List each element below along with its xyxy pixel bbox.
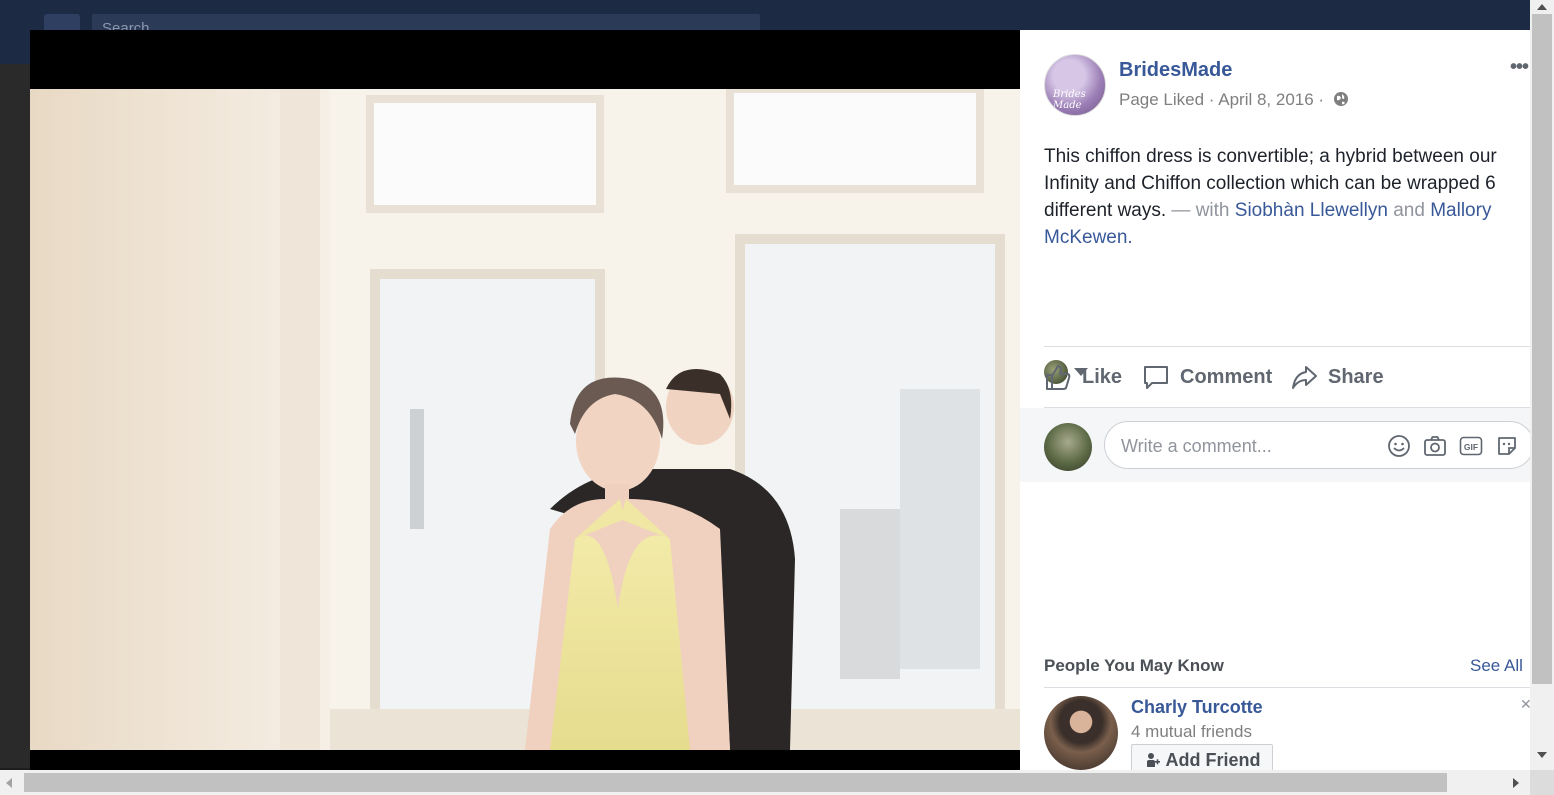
scroll-down-icon[interactable]	[1537, 752, 1547, 758]
pymk-title: People You May Know	[1044, 656, 1224, 675]
sticker-icon[interactable]	[1495, 434, 1519, 458]
scroll-up-icon[interactable]	[1537, 4, 1547, 10]
mutual-friends-count[interactable]: 4 mutual friends	[1131, 722, 1252, 742]
photo-viewer	[30, 30, 1020, 770]
page-avatar[interactable]: Brides Made	[1044, 54, 1106, 116]
vertical-scroll-thumb[interactable]	[1532, 14, 1552, 684]
close-icon[interactable]: ✕	[1520, 696, 1530, 713]
add-friend-button[interactable]: Add Friend	[1131, 744, 1273, 770]
divider	[1044, 346, 1530, 347]
comment-composer: GIF	[1020, 408, 1530, 482]
period: .	[1127, 227, 1133, 248]
post-photo[interactable]	[30, 89, 1020, 750]
like-label: Like	[1082, 365, 1123, 388]
post-meta: Page Liked · April 8, 2016 ·	[1119, 90, 1349, 110]
add-friend-icon	[1146, 753, 1160, 767]
emoji-icon[interactable]	[1387, 434, 1411, 458]
globe-icon	[1333, 92, 1348, 106]
camera-icon[interactable]	[1423, 434, 1447, 458]
page-name-link[interactable]: BridesMade	[1119, 59, 1232, 82]
post-panel: Brides Made BridesMade Page Liked · Apri…	[1020, 30, 1530, 770]
comment-box[interactable]: GIF	[1104, 421, 1530, 469]
comment-input[interactable]	[1119, 432, 1373, 460]
friend-avatar[interactable]	[1044, 696, 1118, 770]
user-avatar[interactable]	[1044, 423, 1092, 471]
share-icon	[1292, 366, 1317, 389]
post-actions: Like Comment Share	[1044, 360, 1530, 394]
gif-icon[interactable]: GIF	[1459, 434, 1483, 458]
avatar-label: Brides Made	[1053, 89, 1086, 111]
see-all-link[interactable]: See All	[1470, 656, 1523, 676]
like-icon	[1046, 365, 1071, 390]
divider	[1044, 687, 1530, 688]
share-label: Share	[1328, 365, 1384, 388]
scrollbar-corner	[1530, 770, 1554, 795]
photo-illustration	[30, 89, 1020, 750]
background-left-column	[0, 64, 30, 768]
friend-name-link[interactable]: Charly Turcotte	[1131, 697, 1263, 718]
horizontal-scroll-thumb[interactable]	[24, 773, 1447, 792]
share-button[interactable]: Share	[1290, 360, 1384, 394]
post-text: This chiffon dress is convertible; a hyb…	[1044, 143, 1530, 251]
comment-icon	[1144, 366, 1168, 389]
more-options-icon[interactable]: •••	[1510, 56, 1529, 79]
like-button[interactable]: Like	[1044, 360, 1122, 394]
comment-button[interactable]: Comment	[1142, 360, 1272, 394]
with-prefix: — with	[1166, 200, 1235, 221]
add-friend-label: Add Friend	[1165, 749, 1261, 770]
tagged-user-link[interactable]: Siobhàn Llewellyn	[1235, 200, 1388, 221]
post-meta-text: Page Liked · April 8, 2016 ·	[1119, 90, 1325, 109]
scroll-right-icon[interactable]	[1513, 778, 1519, 788]
svg-text:GIF: GIF	[1464, 442, 1478, 452]
and-word: and	[1393, 200, 1425, 221]
scroll-left-icon[interactable]	[6, 778, 12, 788]
horizontal-scrollbar[interactable]	[0, 770, 1530, 795]
comment-label: Comment	[1180, 365, 1273, 388]
vertical-scrollbar[interactable]	[1530, 0, 1554, 770]
